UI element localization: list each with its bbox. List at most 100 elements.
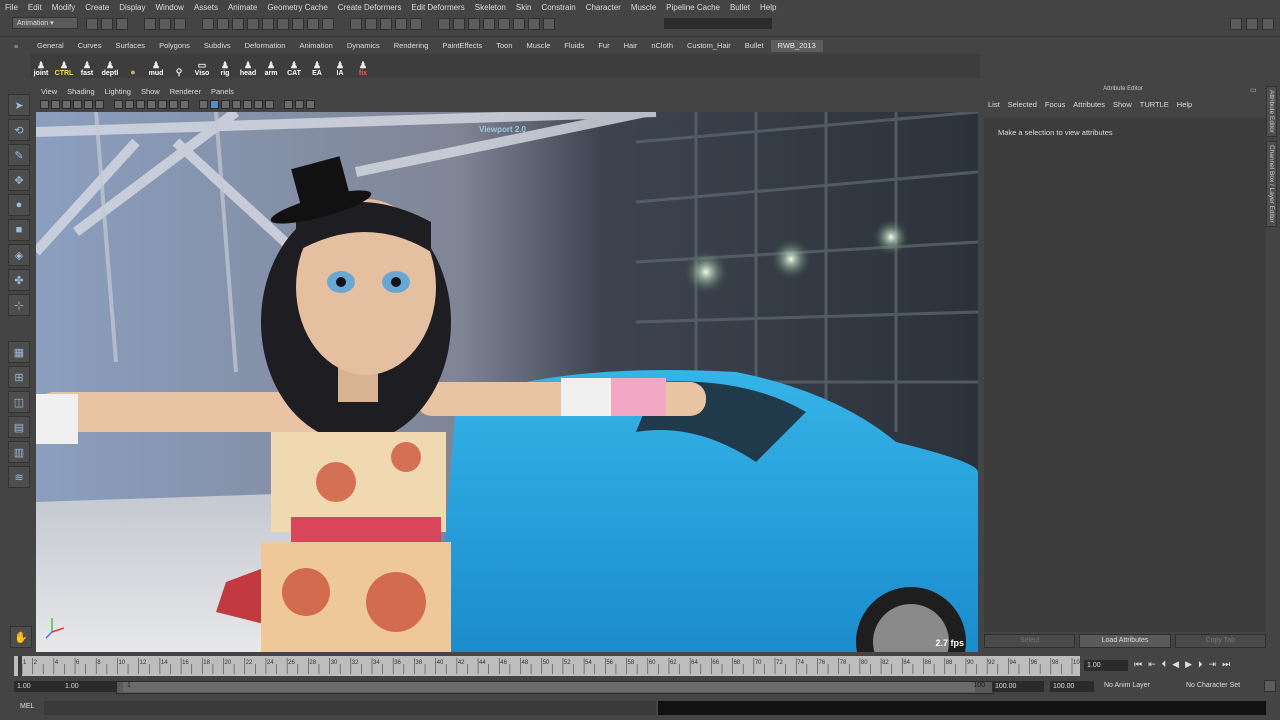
ae-menu-show[interactable]: Show: [1109, 100, 1136, 112]
lock-icon[interactable]: [307, 18, 319, 30]
menu-assets[interactable]: Assets: [189, 3, 223, 12]
image-plane-icon[interactable]: [73, 100, 82, 109]
resolution-gate-icon[interactable]: [136, 100, 145, 109]
menu-skeleton[interactable]: Skeleton: [470, 3, 511, 12]
step-back-key-icon[interactable]: ⇤: [1148, 659, 1156, 670]
shelf-button-cat[interactable]: ♟ CAT: [283, 55, 305, 78]
snap-curve-icon[interactable]: [217, 18, 229, 30]
help-icon[interactable]: [292, 18, 304, 30]
camera-attr-icon[interactable]: [51, 100, 60, 109]
snapshot-icon[interactable]: [528, 18, 540, 30]
textured-icon[interactable]: [232, 100, 241, 109]
anim-prefs-icon[interactable]: [1264, 680, 1276, 692]
toggle-channel-box-icon[interactable]: [1262, 18, 1274, 30]
menu-modify[interactable]: Modify: [47, 3, 81, 12]
shelf-tab-deformation[interactable]: Deformation: [238, 40, 293, 52]
xray-icon[interactable]: [295, 100, 304, 109]
viewport[interactable]: Viewport 2.0 2.7 fps: [36, 112, 978, 652]
xray-joints-icon[interactable]: [306, 100, 315, 109]
hotbox-icon[interactable]: ✋: [10, 626, 32, 648]
render-current-icon[interactable]: [350, 18, 362, 30]
go-to-start-icon[interactable]: ⏮: [1134, 659, 1142, 670]
bookmark-icon[interactable]: [62, 100, 71, 109]
menu-pipeline-cache[interactable]: Pipeline Cache: [661, 3, 725, 12]
panel-menu-show[interactable]: Show: [136, 86, 165, 98]
ambient-occlusion-icon[interactable]: [265, 100, 274, 109]
step-back-frame-icon[interactable]: ⏴: [1162, 659, 1167, 670]
rotate-tool-icon[interactable]: ●: [8, 194, 30, 216]
shelf-button-ctrl[interactable]: ♟ CTRL: [53, 55, 75, 78]
construction-icon[interactable]: [322, 18, 334, 30]
current-time-marker[interactable]: [18, 656, 22, 676]
select-hierarchy-icon[interactable]: [144, 18, 156, 30]
shelf-tab-polygons[interactable]: Polygons: [152, 40, 197, 52]
panel-menu-lighting[interactable]: Lighting: [100, 86, 136, 98]
ae-menu-help[interactable]: Help: [1173, 100, 1196, 112]
shelf-tab-rendering[interactable]: Rendering: [387, 40, 436, 52]
shelf-tab-surfaces[interactable]: Surfaces: [108, 40, 152, 52]
menu-window[interactable]: Window: [151, 3, 189, 12]
isolate-select-icon[interactable]: [284, 100, 293, 109]
menu-bullet[interactable]: Bullet: [725, 3, 755, 12]
select-tool-icon[interactable]: ➤: [8, 94, 30, 116]
shelf-tab-custom_hair[interactable]: Custom_Hair: [680, 40, 738, 52]
field-icon[interactable]: [543, 18, 555, 30]
paint-select-icon[interactable]: ✎: [8, 144, 30, 166]
gate-mask-icon[interactable]: [147, 100, 156, 109]
camera-select-icon[interactable]: [40, 100, 49, 109]
render-view-icon[interactable]: [410, 18, 422, 30]
shelf-button-arm[interactable]: ♟ arm: [260, 55, 282, 78]
command-language-label[interactable]: MEL: [20, 703, 34, 710]
four-layout-icon[interactable]: ⊞: [8, 366, 30, 388]
play-forward-icon[interactable]: ▶: [1185, 659, 1192, 670]
shelf-tab-general[interactable]: General: [30, 40, 71, 52]
panel-menu-view[interactable]: View: [36, 86, 62, 98]
lasso-tool-icon[interactable]: ⟲: [8, 119, 30, 141]
manipulator-icon[interactable]: ◈: [8, 244, 30, 266]
side-layout-icon[interactable]: ◫: [8, 391, 30, 413]
shelf-button-item-4[interactable]: ●: [122, 55, 144, 77]
wireframe-icon[interactable]: [199, 100, 208, 109]
panel-float-icon[interactable]: ▭: [1250, 86, 1262, 94]
safe-action-icon[interactable]: [169, 100, 178, 109]
toggle-tool-settings-icon[interactable]: [1246, 18, 1258, 30]
shelf-button-rig[interactable]: ♟ rig: [214, 55, 236, 78]
menu-help[interactable]: Help: [755, 3, 781, 12]
shelf-button-ia[interactable]: ♟ IA: [329, 55, 351, 78]
anim-start-field[interactable]: 1.00: [14, 681, 62, 692]
save-scene-icon[interactable]: [116, 18, 128, 30]
menu-edit-deformers[interactable]: Edit Deformers: [406, 3, 469, 12]
smooth-shade-icon[interactable]: [210, 100, 219, 109]
shelf-tab-animation[interactable]: Animation: [292, 40, 339, 52]
ae-menu-list[interactable]: List: [984, 100, 1004, 112]
new-scene-icon[interactable]: [86, 18, 98, 30]
menu-skin[interactable]: Skin: [511, 3, 537, 12]
select-component-icon[interactable]: [174, 18, 186, 30]
film-gate-icon[interactable]: [125, 100, 134, 109]
layout-icon[interactable]: [468, 18, 480, 30]
shadows-icon[interactable]: [254, 100, 263, 109]
character-set-dropdown[interactable]: No Character Set: [1186, 682, 1240, 689]
shelf-button-ea[interactable]: ♟ EA: [306, 55, 328, 78]
anim-end-field[interactable]: 100.00: [1050, 681, 1094, 692]
channel-icon[interactable]: [453, 18, 465, 30]
shelf-button-viso[interactable]: ▭ Viso: [191, 55, 213, 78]
live-surface-icon[interactable]: [262, 18, 274, 30]
panel-menu-renderer[interactable]: Renderer: [165, 86, 206, 98]
field-chart-icon[interactable]: [158, 100, 167, 109]
render-settings-icon[interactable]: [380, 18, 392, 30]
panel-menu-shading[interactable]: Shading: [62, 86, 100, 98]
snap-point-icon[interactable]: [232, 18, 244, 30]
shelf-tab-dynamics[interactable]: Dynamics: [340, 40, 387, 52]
shelf-button-joint[interactable]: ♟ joint: [30, 55, 52, 78]
menu-display[interactable]: Display: [114, 3, 150, 12]
snap-plane-icon[interactable]: [247, 18, 259, 30]
ae-menu-focus[interactable]: Focus: [1041, 100, 1069, 112]
shelf-button-mud[interactable]: ♟ mud: [145, 55, 167, 78]
soft-mod-icon[interactable]: ⊹: [8, 294, 30, 316]
scale-tool-icon[interactable]: ■: [8, 219, 30, 241]
toggle-attribute-editor-icon[interactable]: [1230, 18, 1242, 30]
outliner-layout-icon[interactable]: ▥: [8, 441, 30, 463]
2d-pan-icon[interactable]: [84, 100, 93, 109]
ae-menu-selected[interactable]: Selected: [1004, 100, 1041, 112]
